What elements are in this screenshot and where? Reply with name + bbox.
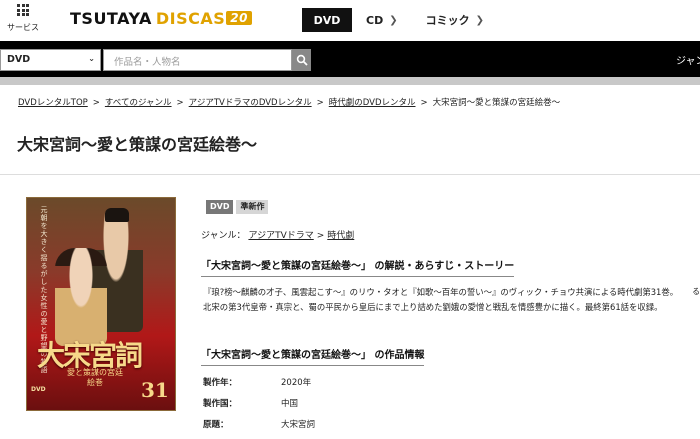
synopsis-overflow-text: る — [692, 287, 700, 296]
site-logo[interactable]: TSUTAYA DISCAS 20 — [70, 9, 252, 28]
logo-tsutaya: TSUTAYA — [70, 9, 152, 28]
breadcrumb-current: 大宋宮詞～愛と策謀の宮廷絵巻～ — [432, 98, 561, 108]
search-icon — [296, 54, 308, 66]
genre-link-asian-tv-drama[interactable]: アジアTVドラマ — [248, 231, 313, 241]
info-key: 製作年： — [203, 378, 238, 388]
breadcrumb: DVDレンタルTOP > すべてのジャンル > アジアTVドラマのDVDレンタル > 時代劇… — [18, 96, 560, 108]
genre-link-period-drama[interactable]: 時代劇 — [327, 231, 354, 241]
nav-comic[interactable]: コミック ❯ — [412, 8, 498, 32]
info-row: 原題： 大宋宮詞 — [203, 418, 315, 439]
grid-icon — [17, 4, 29, 16]
synopsis-text: 『琅?榜～麒麟の才子、風雲起こす～』のリウ・タオと『如歌～百年の誓い～』のヴィッ… — [203, 287, 679, 312]
breadcrumb-separator: > — [420, 98, 428, 108]
title-divider — [0, 174, 700, 175]
nav-comic-label: コミック — [425, 14, 470, 27]
chevron-right-icon: ❯ — [475, 14, 484, 26]
cover-volume: 31 — [141, 378, 169, 402]
breadcrumb-separator: > — [176, 98, 184, 108]
status-badge: 準新作 — [236, 200, 269, 214]
page-title: 大宋宮詞～愛と策謀の宮廷絵巻～ — [17, 135, 258, 154]
chevron-down-icon: ⌄ — [88, 54, 95, 63]
main-nav: DVD CD ❯ コミック ❯ — [302, 8, 498, 32]
info-key: 原題： — [203, 420, 229, 430]
synopsis-heading: 「大宋宮詞～愛と策謀の宮廷絵巻～」 の解説・あらすじ・ストーリー — [201, 257, 515, 277]
logo-anniversary-badge: 20 — [226, 11, 252, 25]
genre-label: ジャンル： — [201, 231, 246, 241]
info-value: 中国 — [281, 399, 299, 409]
services-menu-button[interactable]: サービス — [4, 4, 42, 33]
search-placeholder: 作品名・人物名 — [114, 57, 181, 68]
genre-separator: > — [316, 231, 325, 241]
genre-menu-link[interactable]: ジャン — [676, 52, 700, 67]
nav-cd-label: CD — [366, 13, 384, 27]
info-row: 製作年： 2020年 — [203, 376, 315, 397]
badge-group: DVD 準新作 — [206, 200, 269, 214]
info-value: 2020年 — [281, 378, 312, 388]
cover-figure-woman — [55, 248, 107, 346]
search-bar: DVD ⌄ 作品名・人物名 ジャン — [0, 41, 700, 77]
logo-discas: DISCAS — [155, 9, 226, 28]
breadcrumb-link[interactable]: DVDレンタルTOP — [18, 98, 88, 108]
cover-hat — [105, 208, 129, 222]
info-table: 製作年： 2020年 製作国： 中国 原題： 大宋宮詞 — [203, 376, 315, 439]
genre-line: ジャンル： アジアTVドラマ > 時代劇 — [201, 228, 354, 241]
chevron-right-icon: ❯ — [389, 14, 398, 26]
format-badge: DVD — [206, 200, 234, 214]
info-key: 製作国： — [203, 399, 238, 409]
nav-dvd[interactable]: DVD — [302, 8, 352, 32]
search-input[interactable]: 作品名・人物名 — [103, 49, 292, 71]
breadcrumb-link[interactable]: 時代劇のDVDレンタル — [329, 98, 416, 108]
info-value: 大宋宮詞 — [281, 420, 316, 430]
cover-dvd-mark: DVD — [31, 386, 46, 393]
nav-dvd-label: DVD — [313, 13, 341, 27]
breadcrumb-separator: > — [92, 98, 100, 108]
search-button[interactable] — [292, 49, 311, 71]
category-select[interactable]: DVD ⌄ — [0, 49, 101, 71]
cover-subtitle: 愛と策謀の宮廷絵巻 — [67, 368, 123, 387]
breadcrumb-link[interactable]: すべてのジャンル — [105, 98, 172, 108]
breadcrumb-separator: > — [316, 98, 324, 108]
header-divider — [0, 77, 700, 85]
breadcrumb-link[interactable]: アジアTVドラマのDVDレンタル — [189, 98, 312, 108]
services-label: サービス — [7, 23, 39, 32]
site-header: サービス TSUTAYA DISCAS 20 DVD CD ❯ コミック ❯ — [0, 0, 700, 41]
product-cover-image[interactable]: 元朝を大きく揺るがした女性の愛と野望の物語 大宋宮詞 愛と策謀の宮廷絵巻 31 … — [26, 197, 176, 411]
nav-cd[interactable]: CD ❯ — [352, 8, 412, 32]
category-value: DVD — [7, 54, 31, 65]
info-row: 製作国： 中国 — [203, 397, 315, 418]
info-heading: 「大宋宮詞～愛と策謀の宮廷絵巻～」 の作品情報 — [201, 346, 425, 366]
